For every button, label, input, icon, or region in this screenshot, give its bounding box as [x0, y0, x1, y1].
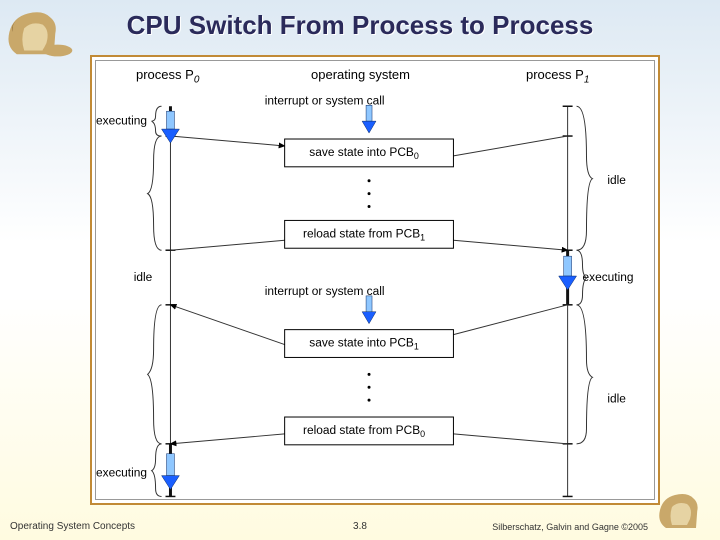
page-title: CPU Switch From Process to Process — [0, 10, 720, 41]
arrow-down-icon — [362, 296, 376, 324]
box-reload-pcb1: reload state from PCB1 — [285, 220, 454, 248]
label-idle-p0: idle — [134, 270, 153, 284]
box-reload-pcb0: reload state from PCB0 — [285, 417, 454, 445]
brace-p1-top — [577, 106, 593, 250]
svg-text:reload state from PCB0: reload state from PCB0 — [303, 423, 425, 439]
label-idle-p1-top: idle — [607, 173, 626, 187]
arrow-down-icon — [559, 256, 577, 290]
arrow-down-icon — [162, 454, 180, 490]
label-executing-p0-top: executing — [96, 113, 147, 127]
label-executing-p0-bottom: executing — [96, 466, 147, 480]
brace-p1-bottom — [577, 305, 593, 444]
diagram-frame: process P0 operating system process P1 — [90, 55, 660, 505]
diagram: process P0 operating system process P1 — [95, 60, 655, 500]
box-save-pcb1: save state into PCB1 — [285, 330, 454, 358]
label-idle-p1-bottom: idle — [607, 391, 626, 405]
brace-p0-top — [148, 136, 162, 250]
arrow-down-icon — [362, 105, 376, 133]
footer-authors: Silberschatz, Galvin and Gagne ©2005 — [492, 522, 648, 532]
brace-p0-bottom — [148, 305, 162, 444]
label-executing-p1: executing — [583, 270, 634, 284]
box-save-pcb0: save state into PCB0 — [285, 139, 454, 167]
svg-text:save state into PCB0: save state into PCB0 — [309, 145, 419, 161]
svg-text:save state into PCB1: save state into PCB1 — [309, 336, 419, 352]
arrow-down-icon — [162, 111, 180, 143]
svg-text:reload state from PCB1: reload state from PCB1 — [303, 226, 425, 242]
context-switch-svg: executing idle executing idle executing … — [96, 61, 654, 499]
